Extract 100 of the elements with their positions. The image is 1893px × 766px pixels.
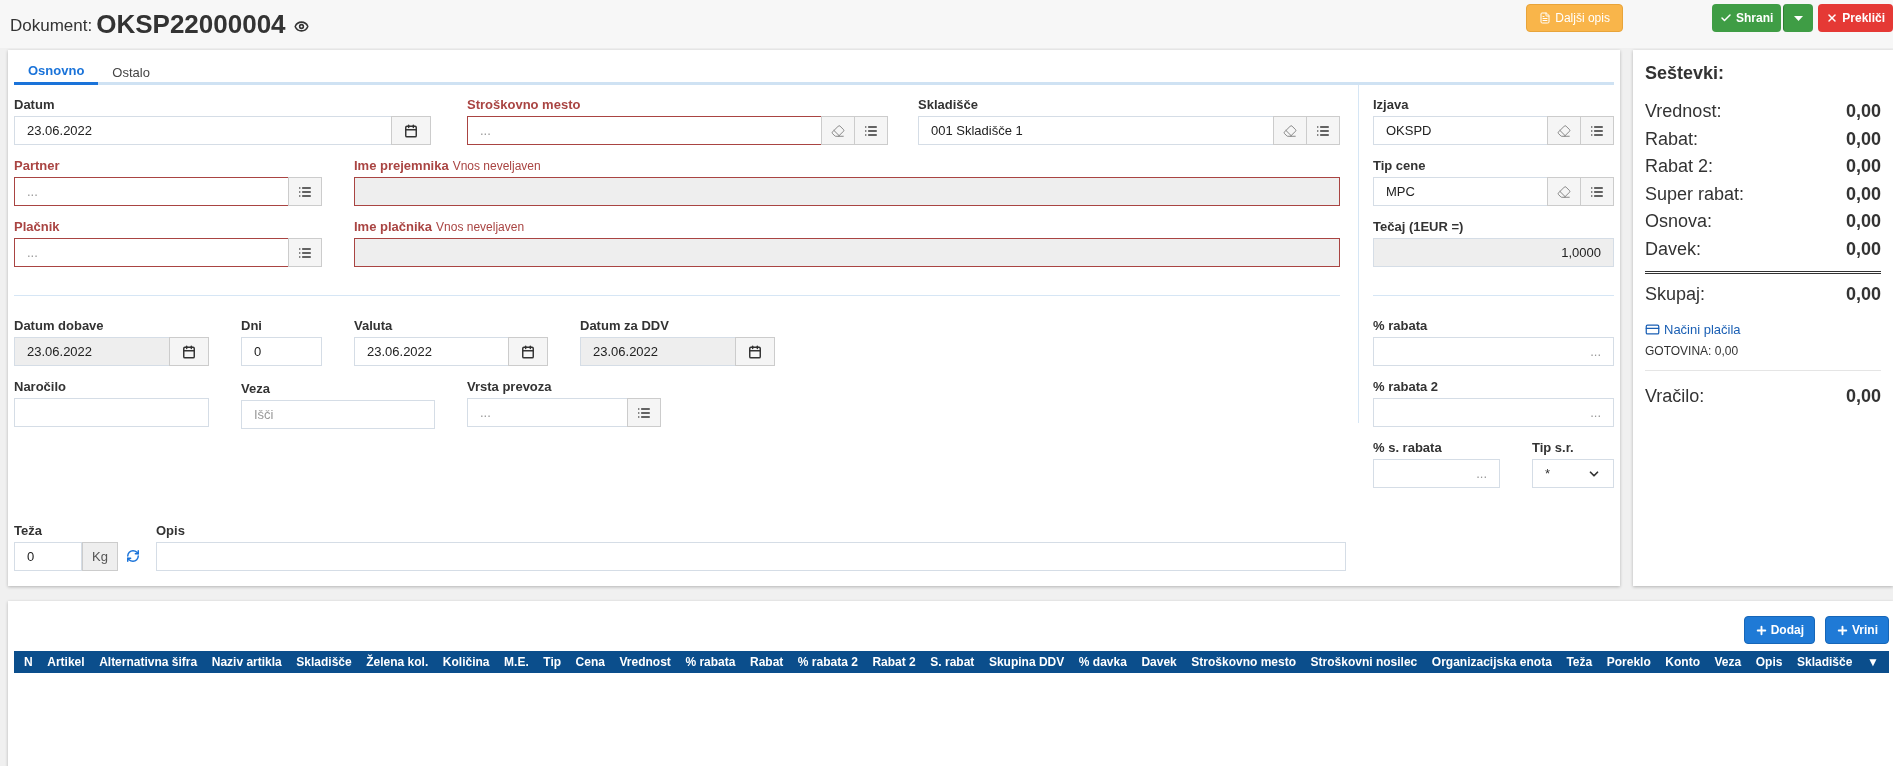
column-header[interactable]: Rabat 2 [872,653,916,671]
eye-icon[interactable] [293,18,309,34]
field-label: % rabata [1373,317,1428,335]
plus-icon [1836,623,1849,637]
input-field[interactable]: 0 [241,337,322,366]
field-label: Datum za DDV [580,317,669,335]
column-header[interactable]: Davek [1141,653,1177,671]
column-header[interactable]: Konto [1665,653,1700,671]
document-icon [1539,12,1552,24]
total-label: Rabat: [1645,127,1699,151]
eraser-icon [831,123,845,138]
input-field[interactable]: MPC [1373,177,1548,206]
total-value: 0,00 [1845,182,1881,206]
input-field[interactable]: 1,0000 [1373,238,1614,267]
credit-card-icon [1645,322,1660,338]
cancel-button[interactable]: Prekliči [1818,4,1893,32]
column-header[interactable]: Veza [1714,653,1742,671]
list-button[interactable] [1580,177,1614,206]
payment-methods-link[interactable]: Načini plačila [1664,320,1741,340]
input-field[interactable] [354,177,1340,206]
input-field[interactable]: ... [467,116,822,145]
list-icon [1316,123,1330,138]
validation-message: Vnos neveljaven [436,219,525,236]
list-icon [637,405,651,420]
column-header[interactable]: Želena kol. [366,653,429,671]
total-value: 0,00 [1845,100,1881,124]
list-button[interactable] [288,238,322,267]
close-icon [1826,12,1839,24]
column-header[interactable]: Stroškovno mesto [1191,653,1296,671]
column-header[interactable]: Skupina DDV [988,653,1065,671]
field-label: Vrsta prevoza [467,378,552,396]
column-header[interactable]: Organizacijska enota [1431,653,1552,671]
list-button[interactable] [854,116,888,145]
list-button[interactable] [1306,116,1340,145]
total-value: 0,00 [1845,282,1881,306]
column-header[interactable]: M.E. [504,653,529,671]
input-field[interactable]: ... [14,238,289,267]
column-header[interactable]: Artikel [47,653,85,671]
column-header[interactable]: Rabat [749,653,784,671]
input-field[interactable]: 23.06.2022 [354,337,509,366]
field-label: Plačnik [14,218,60,236]
column-header[interactable]: S. rabat [930,653,975,671]
field-label: Izjava [1373,96,1409,114]
input-field[interactable]: 23.06.2022 [14,337,170,366]
list-button[interactable] [1580,116,1614,145]
calendar-button[interactable] [735,337,775,366]
column-header[interactable]: % davka [1078,653,1127,671]
input-field[interactable]: ... [14,177,289,206]
list-button[interactable] [288,177,322,206]
column-header[interactable]: Tip [543,653,562,671]
add-button[interactable]: Dodaj [1743,616,1815,644]
total-label: Rabat 2: [1645,155,1714,179]
column-header[interactable]: N [24,653,33,671]
column-header[interactable]: % rabata [685,653,736,671]
field-label: Naročilo [14,378,66,396]
calendar-icon [182,344,196,359]
plus-icon [1754,623,1768,637]
field-label: Partner [14,157,60,175]
column-header[interactable]: Skladišče [1797,653,1853,671]
column-header[interactable]: Cena [575,653,605,671]
type-select[interactable]: * [1532,459,1614,488]
column-header[interactable]: Stroškovni nosilec [1310,653,1418,671]
column-header[interactable]: Teža [1566,653,1593,671]
field-label: Datum dobave [14,317,104,335]
column-header[interactable]: Količina [442,653,490,671]
field-label: Tip cene [1373,157,1426,175]
eraser-icon [1557,184,1571,199]
tab[interactable]: Ostalo [98,60,164,85]
total-value: 0,00 [1845,237,1881,261]
totals-title: Seštevki: [1645,62,1726,85]
calendar-button[interactable] [508,337,548,366]
total-label: Vračilo: [1645,385,1705,408]
input-field[interactable]: 001 Skladišče 1 [918,116,1274,145]
input-field[interactable]: 23.06.2022 [14,116,392,145]
column-header[interactable]: % rabata 2 [797,653,858,671]
calendar-button[interactable] [169,337,209,366]
column-header[interactable]: Alternativna šifra [99,653,198,671]
check-icon [1719,12,1732,24]
input-field[interactable] [354,238,1340,267]
input-field[interactable]: 0 [14,542,82,571]
calendar-icon [404,123,418,138]
column-header[interactable]: Opis [1755,653,1783,671]
refresh-icon[interactable] [126,549,140,563]
field-label: % s. rabata [1373,439,1442,457]
field-label: Ime plačnika [354,218,433,236]
column-header[interactable]: Poreklo [1606,653,1651,671]
column-header[interactable]: Vrednost [619,653,671,671]
calendar-button[interactable] [391,116,431,145]
list-button[interactable] [627,398,661,427]
total-value: 0,00 [1845,127,1881,151]
column-header[interactable]: Naziv artikla [211,653,282,671]
input-field[interactable]: OKSPD [1373,116,1548,145]
list-icon [864,123,878,138]
total-value: 0,00 [1845,155,1881,179]
tab[interactable]: Osnovno [14,60,99,85]
column-menu-toggle[interactable]: ▼ [1866,653,1879,671]
column-header[interactable]: Skladišče [296,653,352,671]
save-options-button[interactable] [1783,4,1814,32]
add-button[interactable]: Vrini [1825,616,1889,644]
input-field[interactable]: 23.06.2022 [580,337,736,366]
